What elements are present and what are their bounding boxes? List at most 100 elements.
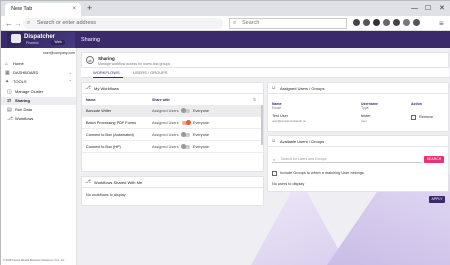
address-bar[interactable]: ⌕ Search or enter address [23, 18, 223, 29]
toggle-knob [186, 120, 191, 125]
search-button[interactable]: SEARCH [424, 156, 444, 163]
extension-icon[interactable] [403, 19, 410, 26]
brand-sub: Phoenix [26, 41, 39, 45]
sidebar-item-run-data[interactable]: ▤ Run Data [1, 106, 76, 114]
chevron-down-icon: ⌄ [68, 70, 72, 75]
sidebar-item-label: Manage Cluster [15, 89, 44, 94]
page-title: Sharing [81, 37, 100, 43]
sidebar-item-sharing[interactable]: ⇄ Sharing [1, 97, 76, 105]
search-icon: ⌕ [233, 20, 237, 26]
share-toggle[interactable] [182, 120, 191, 125]
close-window-icon[interactable]: ✕ [439, 3, 445, 14]
empty-message: No users to display [272, 182, 305, 186]
menu-icon[interactable]: ≡ [439, 17, 444, 30]
workflow-name: Barcode Writer [86, 109, 112, 113]
sidebar-item-tools[interactable]: ✦ TOOLS ⌃ [1, 78, 76, 86]
search-placeholder: Search for Users and Groups [281, 157, 327, 161]
data-icon: ▤ [7, 107, 12, 113]
workflow-icon: ⎇ [85, 85, 91, 91]
include-groups-label: Include Groups to which a matching User … [280, 171, 364, 175]
assigned-users-card: ☺ Assigned Users / Groups Name Email Use… [267, 82, 449, 132]
sidebar-item-home[interactable]: ⌂ Home [1, 60, 76, 68]
brand-name: Dispatcher [24, 34, 56, 40]
user-search-input[interactable]: ⌕ Search for Users and Groups [272, 156, 422, 163]
tab-workflows[interactable]: WORKFLOWS [93, 68, 123, 78]
remove-checkbox[interactable] [411, 115, 416, 120]
card-header: ☺ Available Users / Groups [268, 136, 448, 147]
refresh-icon[interactable]: ↻ [253, 97, 256, 102]
section-subtitle: Manage workflow access for users and gro… [98, 62, 171, 66]
my-workflows-card: ⎇ My Workflows Name Share with ↻ Barcode… [81, 82, 264, 172]
tools-icon: ✦ [5, 79, 10, 85]
section-title: Sharing [98, 56, 115, 61]
browser-window: New Tab × + — ☐ ✕ ← → ⌕ Search or enter … [0, 0, 450, 265]
search-input[interactable]: ⌕ Search [229, 18, 347, 29]
extension-icon[interactable] [393, 19, 400, 26]
user-name: Test User [272, 114, 289, 118]
available-users-card: ☺ Available Users / Groups ⌕ Search for … [267, 135, 449, 192]
toggle-knob [181, 132, 186, 137]
user-email: user@konicaminoltamfp.us [272, 119, 306, 123]
users-icon: ☺ [271, 138, 277, 144]
user-email[interactable]: user@company.com [3, 51, 75, 55]
everyone-label: Everyone [193, 109, 210, 113]
share-toggle[interactable] [181, 144, 190, 149]
logo-mark-icon [11, 34, 21, 43]
workflow-name: Batch Processing PDF Forms [86, 121, 137, 125]
tab-strip: New Tab × + — ☐ ✕ [1, 1, 450, 16]
sidebar-item-manage-cluster[interactable]: ◫ Manage Cluster [1, 88, 76, 96]
apply-button[interactable]: APPLY [429, 196, 445, 203]
sidebar-item-dashboard[interactable]: ▦ DASHBOARD ⌄ [1, 69, 76, 77]
include-groups-checkbox[interactable] [272, 171, 277, 176]
back-icon[interactable]: ← [5, 17, 13, 30]
sidebar-item-label: Sharing [15, 98, 30, 103]
tab-users-groups[interactable]: USERS / GROUPS [133, 68, 173, 78]
column-header-email: Email [272, 106, 281, 110]
scrollbar[interactable] [261, 105, 263, 145]
shared-with-me-card: ⎇ Workflows Shared With Me No workflows … [81, 176, 264, 206]
card-header: ⎇ My Workflows [82, 83, 263, 94]
share-toggle[interactable] [181, 108, 190, 113]
table-row[interactable]: Barcode Writer Assigned Users Everyone [82, 105, 263, 117]
share-icon: ⇄ [7, 98, 12, 104]
share-icon: ⇄ [86, 56, 94, 64]
forward-icon[interactable]: → [14, 17, 22, 30]
sharing-header: ⇄ Sharing Manage workflow access for use… [81, 52, 449, 68]
assigned-users-label: Assigned Users [152, 121, 179, 125]
sidebar-item-workflows[interactable]: ⎇ Workflows [1, 115, 76, 123]
new-tab-button[interactable]: + [87, 3, 92, 14]
sidebar-item-label: Workflows [15, 116, 34, 121]
search-row: ⌕ Search for Users and Groups [272, 153, 444, 163]
extension-icon[interactable] [383, 19, 390, 26]
minimize-icon[interactable]: — [411, 3, 418, 14]
table-row[interactable]: Connect to Box (Automated) Assigned User… [82, 129, 263, 141]
workflow-name: Connect to Box (Automated) [86, 133, 134, 137]
table-row[interactable]: Connect to Box (HP) Assigned Users Every… [82, 141, 263, 153]
workflow-name: Connect to Box (HP) [86, 145, 121, 149]
column-header-share: Share with [152, 98, 170, 102]
users-icon: ☺ [271, 85, 277, 91]
sharing-tabs: WORKFLOWS USERS / GROUPS [81, 68, 449, 78]
table-row[interactable]: Batch Processing PDF Forms Assigned User… [82, 117, 263, 129]
card-title: Workflows Shared With Me [94, 180, 143, 185]
browser-tab[interactable]: New Tab × [5, 3, 81, 16]
everyone-label: Everyone [193, 121, 210, 125]
column-header-name: Name [86, 98, 96, 102]
workflow-icon: ⎇ [85, 179, 91, 185]
assigned-users-label: Assigned Users [152, 145, 179, 149]
extension-icon[interactable] [373, 19, 380, 26]
share-toggle[interactable] [181, 132, 190, 137]
card-title: Available Users / Groups [280, 139, 325, 144]
extension-icon[interactable] [363, 19, 370, 26]
toggle-knob [181, 144, 186, 149]
close-icon[interactable]: × [72, 3, 76, 16]
column-header-action: Action [411, 102, 422, 106]
copyright: © 2018 Konica Minolta Business Solutions… [3, 259, 65, 262]
card-header: ⎇ Workflows Shared With Me [82, 177, 263, 188]
maximize-icon[interactable]: ☐ [425, 3, 431, 14]
sidebar-item-label: DASHBOARD [13, 70, 39, 75]
search-placeholder: Search [242, 20, 260, 26]
extension-icon[interactable] [353, 19, 360, 26]
extension-icon[interactable] [413, 19, 420, 26]
toggle-knob [181, 108, 186, 113]
